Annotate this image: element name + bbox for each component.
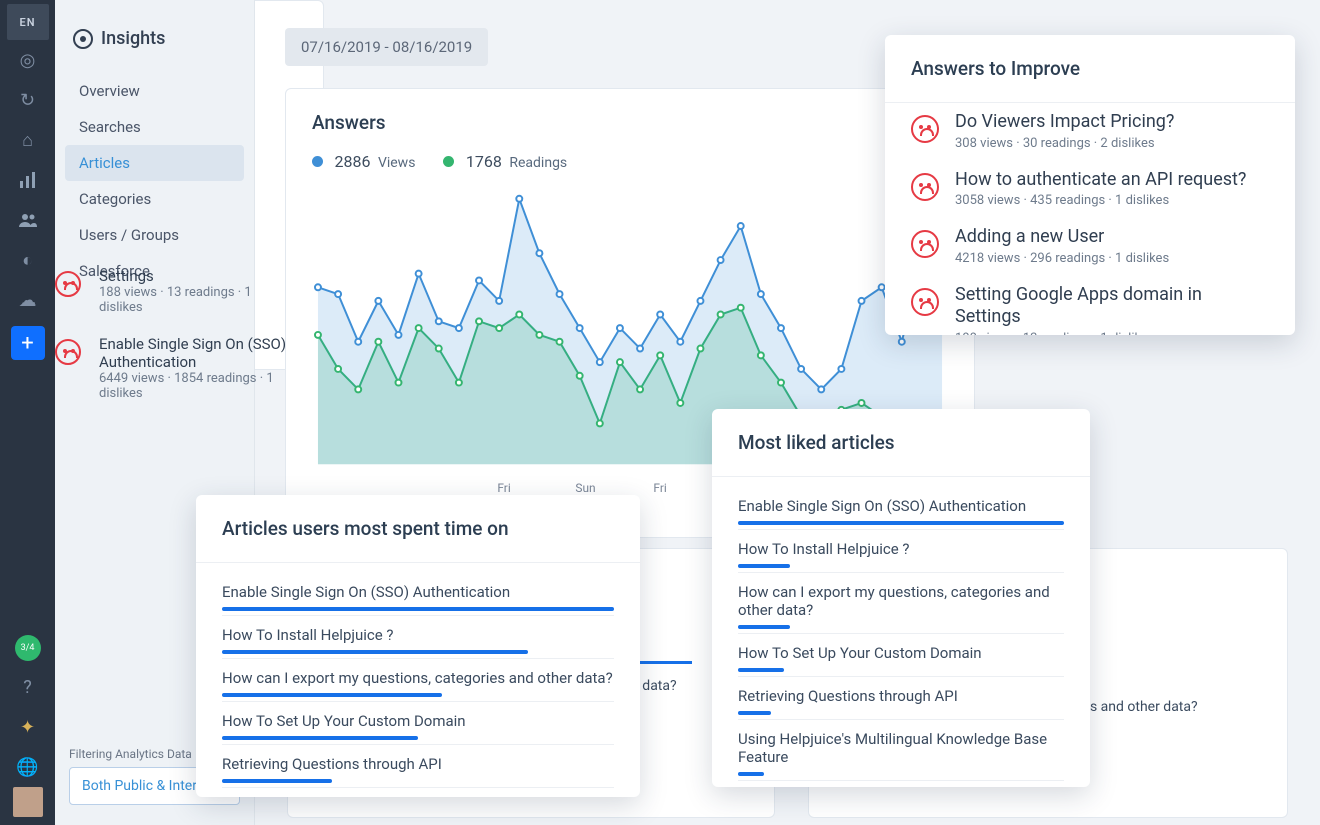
list-item[interactable]: Using Helpjuice's Multilingual Knowledge… <box>738 720 1064 781</box>
icon-rail: EN ◎ ↻ ⌂ ◐ ☁ + 3/4 ? ✦ 🌐 <box>0 0 55 825</box>
sidebar-nav: Overview Searches Articles Categories Us… <box>55 73 254 289</box>
list-item[interactable]: Retrieving Questions through API <box>222 745 614 788</box>
insights-logo-icon <box>73 29 93 49</box>
world-icon[interactable]: 🌐 <box>0 747 55 787</box>
improve-row-title: Adding a new User <box>955 226 1169 249</box>
list-item-bar <box>738 625 790 629</box>
list-item[interactable]: How To Install Helpjuice ? <box>738 530 1064 573</box>
list-item-title: How To Set Up Your Custom Domain <box>738 644 1064 662</box>
improve-row[interactable]: How to authenticate an API request?3058 … <box>885 161 1295 217</box>
brand-label: Insights <box>101 28 165 49</box>
improve-row-meta: 4218 views · 296 readings · 1 dislikes <box>955 251 1169 266</box>
list-item-bar <box>222 607 614 611</box>
most-liked-popup: Most liked articles Enable Single Sign O… <box>712 409 1090 787</box>
improve-row-meta: 3058 views · 435 readings · 1 dislikes <box>955 193 1246 208</box>
help-icon[interactable]: ? <box>0 667 55 707</box>
frown-icon <box>911 288 939 316</box>
home-icon[interactable]: ⌂ <box>0 120 55 160</box>
legend-readings: 1768 Readings <box>443 152 567 171</box>
improve-row-title: Do Viewers Impact Pricing? <box>955 111 1174 134</box>
answers-to-improve-popup: Answers to Improve Do Viewers Impact Pri… <box>885 35 1295 335</box>
list-item-title: Using Helpjuice's Multilingual Knowledge… <box>738 730 1064 766</box>
list-item[interactable]: Enable Single Sign On (SSO) Authenticati… <box>738 487 1064 530</box>
onboarding-steps-badge[interactable]: 3/4 <box>15 635 41 661</box>
date-range-picker[interactable]: 07/16/2019 - 08/16/2019 <box>285 28 488 66</box>
brand: Insights <box>55 28 254 73</box>
list-item-bar <box>222 779 332 783</box>
list-item-title: How can I export my questions, categorie… <box>222 669 614 687</box>
chart-legend: 2886 Views 1768 Readings <box>312 152 948 171</box>
spent-time-popup: Articles users most spent time on Enable… <box>196 495 640 797</box>
list-item[interactable]: How To Set Up Your Custom Domain <box>738 634 1064 677</box>
list-item-bar <box>222 693 442 697</box>
list-item[interactable]: Enable Single Sign On (SSO) Authenticati… <box>222 573 614 616</box>
improve-row-title: Setting Google Apps domain in Settings <box>955 284 1269 329</box>
list-item-bar <box>738 711 771 715</box>
liked-title: Most liked articles <box>712 409 1090 477</box>
improve-row-meta: 308 views · 30 readings · 2 dislikes <box>955 136 1174 151</box>
list-item[interactable]: Using Helpjuice's Multilingual Knowledge… <box>222 788 614 797</box>
answers-title: Answers <box>312 111 948 134</box>
frown-icon <box>911 115 939 143</box>
dot-icon <box>312 156 323 167</box>
language-toggle[interactable]: EN <box>7 4 49 40</box>
list-item-title: How To Set Up Your Custom Domain <box>222 712 614 730</box>
analytics-icon[interactable] <box>0 160 55 200</box>
users-icon[interactable] <box>0 200 55 240</box>
history-icon[interactable]: ↻ <box>0 80 55 120</box>
improve-title: Answers to Improve <box>885 35 1295 103</box>
svg-text:Fri: Fri <box>497 481 510 495</box>
frown-icon <box>55 339 81 365</box>
list-item-bar <box>738 772 764 776</box>
list-item-title: Retrieving Questions through API <box>738 687 1064 705</box>
sidebar-item-users[interactable]: Users / Groups <box>65 217 244 253</box>
avatar[interactable] <box>13 787 43 817</box>
list-item-title: How To Install Helpjuice ? <box>738 540 1064 558</box>
improve-row-meta: 188 views · 13 readings · 1 dislikes <box>955 331 1269 336</box>
list-item[interactable]: How To Set Up Your Custom Domain <box>222 702 614 745</box>
spent-title: Articles users most spent time on <box>196 495 640 563</box>
sidebar-item-searches[interactable]: Searches <box>65 109 244 145</box>
list-item[interactable]: Retrieving Questions through API <box>738 677 1064 720</box>
frown-icon <box>55 271 81 297</box>
list-item-title: How can I export my questions, categorie… <box>738 583 1064 619</box>
list-item[interactable]: How To Install Helpjuice ? <box>222 616 614 659</box>
list-item-title: Enable Single Sign On (SSO) Authenticati… <box>738 497 1064 515</box>
svg-text:Sun: Sun <box>575 481 595 495</box>
improve-row[interactable]: Do Viewers Impact Pricing? 308 views · 30… <box>885 103 1295 159</box>
sidebar-item-overview[interactable]: Overview <box>65 73 244 109</box>
list-item-bar <box>738 564 790 568</box>
legend-views: 2886 Views <box>312 152 415 171</box>
list-item-bar <box>738 521 1064 525</box>
frown-icon <box>911 173 939 201</box>
improve-row[interactable]: Adding a new User 4218 views · 296 readin… <box>885 218 1295 274</box>
list-item-title: Enable Single Sign On (SSO) Authenticati… <box>222 583 614 601</box>
target-icon[interactable]: ◎ <box>0 40 55 80</box>
list-item-title: How To Install Helpjuice ? <box>222 626 614 644</box>
sidebar-item-categories[interactable]: Categories <box>65 181 244 217</box>
improve-row[interactable]: Setting Google Apps domain in Settings 18… <box>885 276 1295 336</box>
list-item-bar <box>222 650 528 654</box>
list-item[interactable]: How can I export my questions, categorie… <box>222 659 614 702</box>
list-item[interactable]: How can I export my questions, categorie… <box>738 573 1064 634</box>
list-item-bar <box>738 668 784 672</box>
list-item-title: Retrieving Questions through API <box>222 755 614 773</box>
frown-icon <box>911 230 939 258</box>
ideas-icon[interactable]: ✦ <box>0 707 55 747</box>
sidebar-item-articles[interactable]: Articles <box>65 145 244 181</box>
improve-row-title: How to authenticate an API request? <box>955 169 1246 192</box>
svg-text:Fri: Fri <box>653 481 666 495</box>
dot-icon <box>443 156 454 167</box>
list-item-bar <box>222 736 418 740</box>
